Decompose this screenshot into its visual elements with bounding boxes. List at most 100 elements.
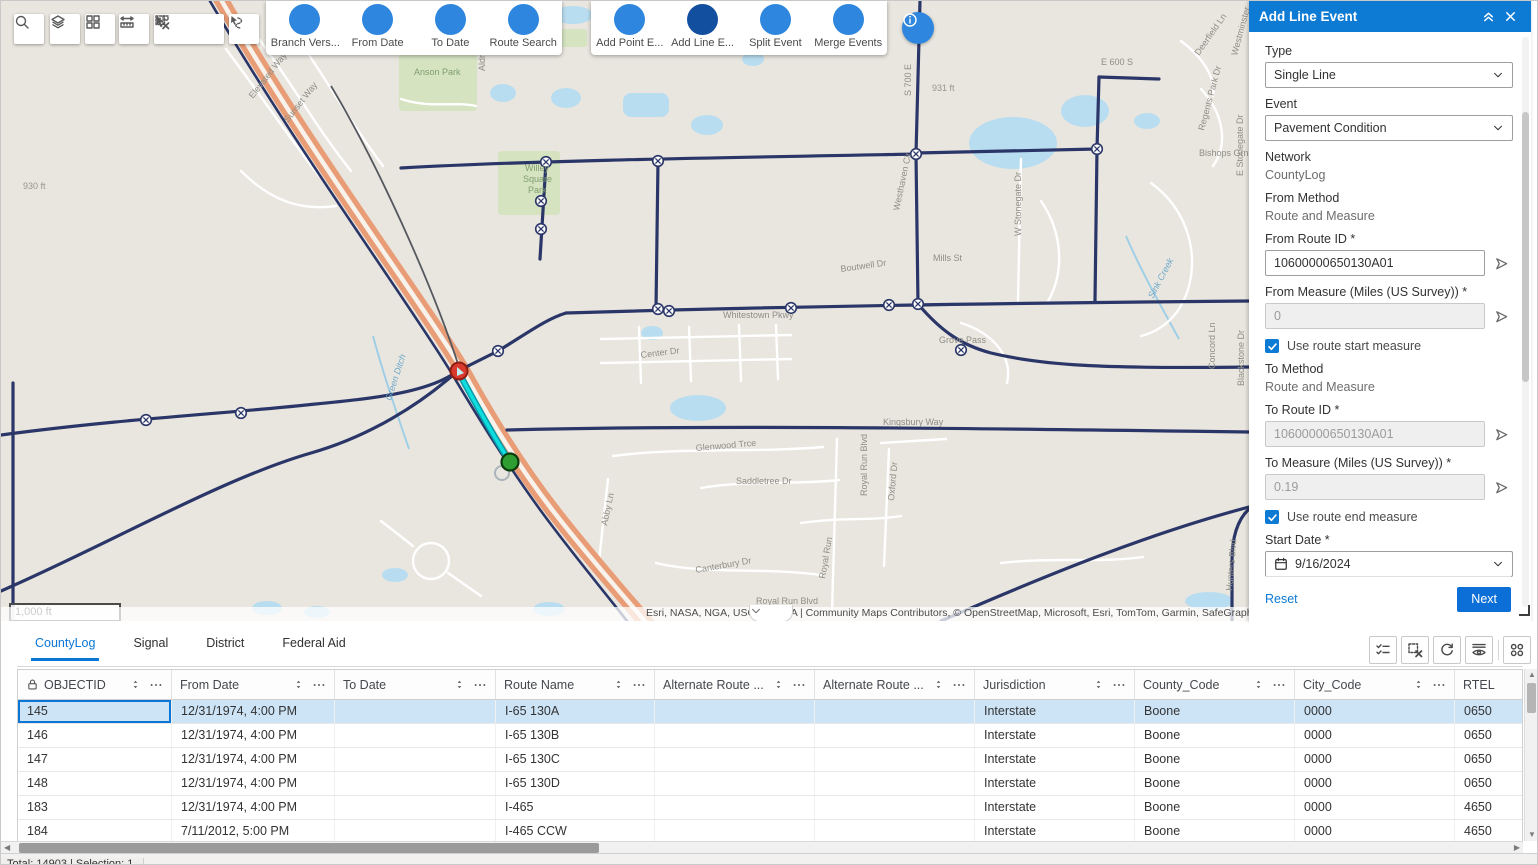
table-vertical-scrollbar[interactable]: ▲ ▼ [1524,669,1537,841]
sort-icon[interactable] [773,679,784,690]
sort-icon[interactable] [293,679,304,690]
table-cell[interactable] [815,796,975,819]
column-menu-icon[interactable] [149,678,163,692]
column-header-route-name[interactable]: Route Name [496,670,655,699]
field-grid-button[interactable] [1503,636,1531,664]
table-cell[interactable]: I-465 [496,796,655,819]
table-cell[interactable]: I-65 130B [496,724,655,747]
table-row-147[interactable]: 14712/31/1974, 4:00 PMI-65 130CInterstat… [18,748,1522,772]
sort-icon[interactable] [933,679,944,690]
table-cell[interactable] [655,820,815,843]
sort-icon[interactable] [1093,679,1104,690]
checkbox-checked-icon[interactable] [1265,510,1279,524]
table-row-183[interactable]: 18312/31/1974, 4:00 PMI-465InterstateBoo… [18,796,1522,820]
to-date-button[interactable]: To Date [416,1,484,49]
table-cell[interactable] [335,796,496,819]
column-header-alternate-route[interactable]: Alternate Route ... [815,670,975,699]
tab-district[interactable]: District [202,627,248,658]
table-cell[interactable]: 146 [18,724,172,747]
table-cell[interactable]: 12/31/1974, 4:00 PM [172,724,335,747]
table-cell[interactable]: 4650 [1455,796,1523,819]
column-menu-icon[interactable] [1112,678,1126,692]
column-menu-icon[interactable] [792,678,806,692]
column-header-objectid[interactable]: OBJECTID [18,670,172,699]
column-menu-icon[interactable] [312,678,326,692]
panel-scrollbar[interactable] [1522,37,1529,607]
table-cell[interactable]: Boone [1135,820,1295,843]
start-date-picker[interactable]: 9/16/2024 [1265,551,1513,577]
table-cell[interactable]: Interstate [975,772,1135,795]
checkbox-checked-icon[interactable] [1265,339,1279,353]
table-cell[interactable] [815,820,975,843]
table-cell[interactable]: 148 [18,772,172,795]
panel-scrollbar-thumb[interactable] [1522,112,1529,382]
table-cell[interactable]: 0000 [1295,724,1455,747]
search-button[interactable] [14,14,44,44]
column-header-county-code[interactable]: County_Code [1135,670,1295,699]
tab-federal-aid[interactable]: Federal Aid [278,627,349,658]
column-header-city-code[interactable]: City_Code [1295,670,1455,699]
table-cell[interactable]: 0000 [1295,820,1455,843]
table-cell[interactable]: I-465 CCW [496,820,655,843]
table-cell[interactable]: Interstate [975,700,1135,723]
table-row-148[interactable]: 14812/31/1974, 4:00 PMI-65 130DInterstat… [18,772,1522,796]
scroll-up-arrow[interactable]: ▲ [1528,669,1536,681]
table-cell[interactable]: 4650 [1455,820,1523,843]
table-cell[interactable] [335,748,496,771]
sort-icon[interactable] [454,679,465,690]
table-cell[interactable]: 184 [18,820,172,843]
column-header-jurisdiction[interactable]: Jurisdiction [975,670,1135,699]
table-cell[interactable] [655,796,815,819]
table-cell[interactable]: 12/31/1974, 4:00 PM [172,796,335,819]
close-panel-button[interactable] [1499,6,1521,28]
table-row-145[interactable]: 14512/31/1974, 4:00 PMI-65 130AInterstat… [18,700,1522,724]
reset-link[interactable]: Reset [1265,592,1298,606]
map-view[interactable]: Elevated WaySunset WayAnson ParkWilleySq… [1,1,1249,621]
table-cell[interactable]: 0650 [1455,772,1523,795]
pick-from-measure-button[interactable] [1489,304,1513,328]
add-line-e-button[interactable]: Add Line E... [669,1,737,49]
scroll-down-arrow[interactable]: ▼ [1528,829,1536,841]
table-cell[interactable]: Boone [1135,724,1295,747]
table-cell[interactable]: 147 [18,748,172,771]
horizontal-scroll-thumb[interactable] [19,843,599,853]
event-select[interactable]: Pavement Condition [1265,115,1513,141]
use-route-start-measure-checkbox[interactable]: Use route start measure [1265,339,1513,353]
layers-button[interactable] [50,14,80,44]
split-event-button[interactable]: Split Event [741,1,809,49]
table-cell[interactable]: I-65 130A [496,700,655,723]
tab-signal[interactable]: Signal [129,627,172,658]
collapse-panel-button[interactable] [1477,6,1499,28]
refresh-button[interactable] [1433,636,1461,664]
from-date-button[interactable]: From Date [344,1,412,49]
table-cell[interactable]: 0000 [1295,772,1455,795]
show-selection-button[interactable] [1369,636,1397,664]
column-header-from-date[interactable]: From Date [172,670,335,699]
table-cell[interactable] [815,748,975,771]
table-cell[interactable]: Boone [1135,748,1295,771]
table-cell[interactable] [335,772,496,795]
sort-icon[interactable] [1413,679,1424,690]
table-row-146[interactable]: 14612/31/1974, 4:00 PMI-65 130BInterstat… [18,724,1522,748]
table-cell[interactable]: 0000 [1295,748,1455,771]
sort-icon[interactable] [1253,679,1264,690]
table-cell[interactable]: 0650 [1455,724,1523,747]
column-menu-icon[interactable] [473,678,487,692]
use-route-end-measure-checkbox[interactable]: Use route end measure [1265,510,1513,524]
table-cell[interactable] [815,772,975,795]
table-cell[interactable]: 0000 [1295,796,1455,819]
from-route-input[interactable] [1265,250,1485,276]
column-menu-icon[interactable] [632,678,646,692]
table-cell[interactable]: Interstate [975,820,1135,843]
table-cell[interactable] [815,724,975,747]
table-cell[interactable]: 0650 [1455,700,1523,723]
table-cell[interactable] [655,772,815,795]
table-cell[interactable] [655,700,815,723]
table-cell[interactable]: 0650 [1455,748,1523,771]
info-button[interactable] [902,12,934,44]
column-menu-icon[interactable] [1432,678,1446,692]
table-cell[interactable]: Boone [1135,700,1295,723]
basemap-button[interactable] [85,14,115,44]
table-cell[interactable]: 12/31/1974, 4:00 PM [172,772,335,795]
table-cell[interactable]: Interstate [975,796,1135,819]
